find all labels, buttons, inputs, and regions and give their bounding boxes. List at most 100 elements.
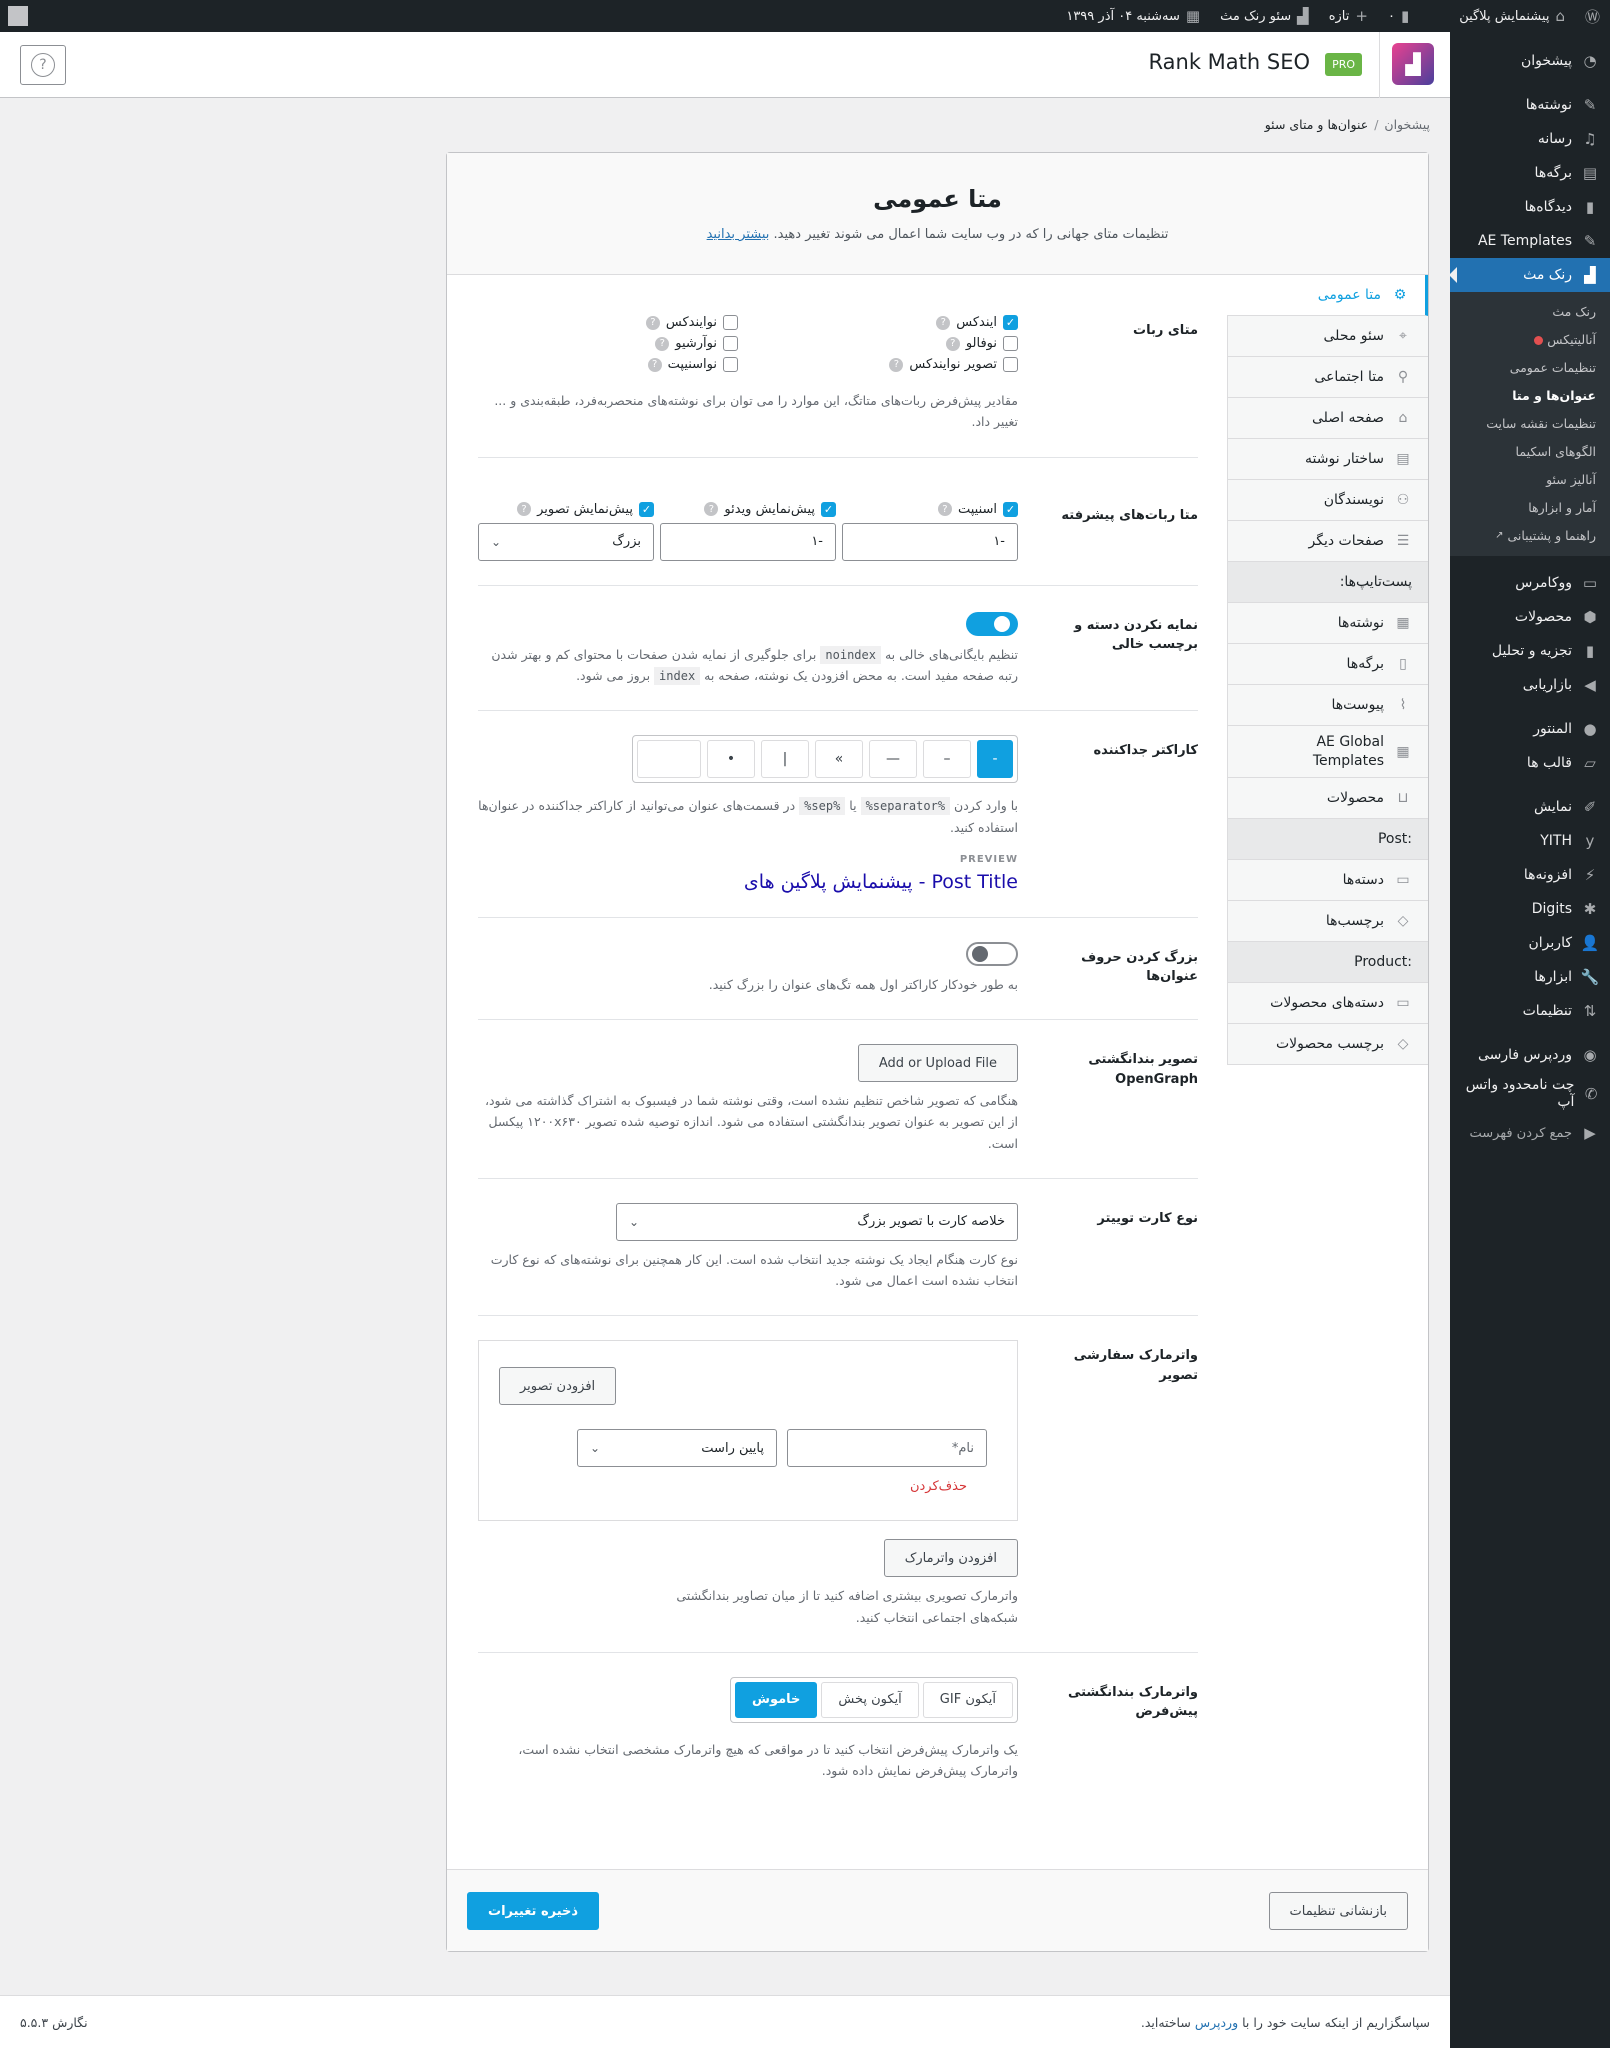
submenu-sitemap-settings[interactable]: تنظیمات نقشه سایت	[1450, 410, 1610, 438]
separator-option-bullet[interactable]: •	[707, 740, 755, 779]
menu-plugins[interactable]: ⚡ افزونه‌ها	[1450, 858, 1610, 892]
menu-posts[interactable]: ✎ نوشته‌ها	[1450, 88, 1610, 122]
menu-rankmath[interactable]: ▟ رنک مث	[1449, 258, 1610, 292]
snippet-length-input[interactable]: -۱	[842, 522, 1018, 561]
tab-product-categories[interactable]: ▭ دسته‌های محصولات	[1227, 983, 1428, 1024]
menu-woocommerce[interactable]: ▭ ووکامرس	[1450, 566, 1610, 600]
menu-dashboard[interactable]: ◔ پیشخوان	[1450, 44, 1610, 78]
checkbox[interactable]	[1003, 357, 1018, 372]
menu-users[interactable]: 👤 کاربران	[1450, 926, 1610, 960]
checkbox[interactable]: ✓	[1003, 501, 1018, 517]
menu-appearance[interactable]: ✐ نمایش	[1450, 790, 1610, 824]
collapse-menu-button[interactable]: ▶ جمع کردن فهرست	[1450, 1116, 1610, 1150]
tab-posts[interactable]: ▦ نوشته‌ها	[1227, 603, 1428, 644]
checkbox-video-preview[interactable]: ✓ پیش‌نمایش ویدئو?	[660, 501, 836, 517]
checkbox-nofollow[interactable]: نوفالو?	[758, 336, 1018, 351]
help-icon[interactable]: ?	[655, 336, 670, 351]
tab-post-structure[interactable]: ▤ ساختار نوشته	[1227, 439, 1428, 480]
menu-templates[interactable]: ▱ قالب ها	[1450, 746, 1610, 780]
checkbox[interactable]	[723, 315, 738, 330]
add-watermark-button[interactable]: افزودن واترمارک	[883, 1539, 1018, 1578]
checkbox[interactable]: ✓	[1003, 315, 1018, 330]
separator-option-endash[interactable]: –	[923, 740, 971, 779]
tab-homepage[interactable]: ⌂ صفحه اصلی	[1227, 398, 1428, 439]
twitter-card-select[interactable]: خلاصه کارت با تصویر بزرگ ⌄	[616, 1202, 1018, 1241]
menu-comments[interactable]: ▮ دیدگاه‌ها	[1450, 190, 1610, 224]
video-preview-input[interactable]: -۱	[660, 522, 836, 561]
upload-file-button[interactable]: Add or Upload File	[857, 1044, 1018, 1083]
noindex-empty-toggle[interactable]	[966, 611, 1018, 636]
tab-categories[interactable]: ▭ دسته‌ها	[1227, 860, 1428, 901]
checkbox[interactable]	[723, 336, 738, 351]
menu-wp-persian[interactable]: ◉ وردپرس فارسی	[1450, 1038, 1610, 1072]
tab-attachments[interactable]: ⌇ پیوست‌ها	[1227, 685, 1428, 726]
help-icon[interactable]: ?	[704, 502, 719, 516]
menu-media[interactable]: ♫ رسانه	[1450, 122, 1610, 156]
help-icon[interactable]: ?	[517, 502, 532, 516]
checkbox[interactable]: ✓	[639, 501, 654, 517]
tab-social-meta[interactable]: ⚲ متا اجتماعی	[1227, 357, 1428, 398]
wordpress-link[interactable]: وردپرس	[1195, 2015, 1238, 2030]
submenu-analytics[interactable]: آنالیتیکس	[1450, 326, 1610, 354]
add-image-button[interactable]: افزودن تصویر	[499, 1367, 617, 1406]
separator-option-pipe[interactable]: |	[761, 740, 809, 779]
help-icon[interactable]: ?	[937, 502, 952, 516]
tab-tags[interactable]: ◇ برچسب‌ها	[1227, 901, 1428, 942]
checkbox[interactable]	[723, 357, 738, 372]
checkbox-noindex[interactable]: نوایندکس?	[478, 315, 738, 330]
watermark-position-select[interactable]: پایین راست ⌄	[577, 1429, 777, 1468]
help-icon[interactable]: ?	[647, 357, 662, 372]
menu-tools[interactable]: 🔧 ابزارها	[1450, 960, 1610, 994]
separator-custom-input[interactable]	[637, 740, 701, 779]
checkbox-noarchive[interactable]: نوآرشیو?	[478, 336, 738, 351]
tab-products[interactable]: ⊔ محصولات	[1227, 778, 1428, 819]
checkbox-noimageindex[interactable]: تصویر نوایندکس?	[758, 357, 1018, 372]
user-avatar[interactable]	[8, 6, 28, 26]
learn-more-link[interactable]: بیشتر بدانید	[707, 227, 770, 242]
submenu-titles-meta[interactable]: عنوان‌ها و متا	[1450, 382, 1610, 410]
menu-settings[interactable]: ⇅ تنظیمات	[1450, 994, 1610, 1028]
watermark-name-input[interactable]: نام*	[787, 1429, 987, 1468]
tab-ae-global-templates[interactable]: ▦ AE Global Templates	[1227, 726, 1428, 778]
separator-option-emdash[interactable]: —	[869, 740, 917, 779]
help-icon[interactable]: ?	[889, 357, 904, 372]
breadcrumb-home[interactable]: پیشخوان	[1384, 117, 1430, 132]
checkbox-nosnippet[interactable]: نواسنیپت?	[478, 357, 738, 372]
menu-pages[interactable]: ▤ برگه‌ها	[1450, 156, 1610, 190]
rankmath-adminbar-link[interactable]: ▟ سئو رنک مث	[1210, 0, 1319, 32]
checkbox-snippet[interactable]: ✓ اسنیپت?	[842, 501, 1018, 517]
tab-product-tags[interactable]: ◇ برچسب محصولات	[1227, 1024, 1428, 1065]
save-changes-button[interactable]: ذخیره تغییرات	[467, 1892, 600, 1930]
submenu-schema-templates[interactable]: الگوهای اسکیما	[1450, 438, 1610, 466]
submenu-seo-analysis[interactable]: آنالیز سئو	[1450, 466, 1610, 494]
submenu-help-support[interactable]: راهنما و پشتیبانی ↗	[1450, 522, 1610, 550]
reset-settings-button[interactable]: بازنشانی تنظیمات	[1268, 1892, 1408, 1930]
delete-watermark-link[interactable]: حذف‌کردن	[499, 1479, 967, 1494]
menu-analytics[interactable]: ▮ تجزیه و تحلیل	[1450, 634, 1610, 668]
wp-logo-menu[interactable]: Ⓦ	[1575, 0, 1610, 32]
menu-elementor[interactable]: ● المنتور	[1450, 712, 1610, 746]
help-icon[interactable]: ?	[945, 336, 960, 351]
checkbox[interactable]: ✓	[821, 501, 836, 517]
new-content-link[interactable]: + تازه	[1319, 0, 1378, 32]
menu-digits[interactable]: ✱ Digits	[1450, 892, 1610, 926]
tab-local-seo[interactable]: ⌖ سئو محلی	[1227, 316, 1428, 357]
checkbox-image-preview[interactable]: ✓ پیش‌نمایش تصویر?	[478, 501, 654, 517]
submenu-general-settings[interactable]: تنظیمات عمومی	[1450, 354, 1610, 382]
tab-other-pages[interactable]: ☰ صفحات دیگر	[1227, 521, 1428, 562]
menu-whatsapp-chat[interactable]: ✆ چت نامحدود واتس آپ	[1450, 1072, 1610, 1116]
help-icon[interactable]: ?	[645, 315, 660, 330]
tab-authors[interactable]: ⚇ نویسندگان	[1227, 480, 1428, 521]
site-name-link[interactable]: ⌂ پیشنمایش پلاگین	[1449, 0, 1575, 32]
submenu-status-tools[interactable]: آمار و ابزارها	[1450, 494, 1610, 522]
watermark-option-play[interactable]: آیکون پخش	[821, 1681, 919, 1718]
comments-link[interactable]: ▮ ۰	[1378, 0, 1419, 32]
menu-ae-templates[interactable]: ✎ AE Templates	[1450, 224, 1610, 258]
menu-yith[interactable]: y YITH	[1450, 824, 1610, 858]
image-preview-select[interactable]: بزرگ ⌄	[478, 522, 654, 561]
capitalize-titles-toggle[interactable]	[966, 941, 1018, 966]
checkbox-index[interactable]: ✓ ایندکس?	[758, 315, 1018, 330]
separator-option-dash[interactable]: -	[977, 740, 1013, 779]
help-icon[interactable]: ?	[936, 315, 951, 330]
tab-pages[interactable]: ▯ برگه‌ها	[1227, 644, 1428, 685]
